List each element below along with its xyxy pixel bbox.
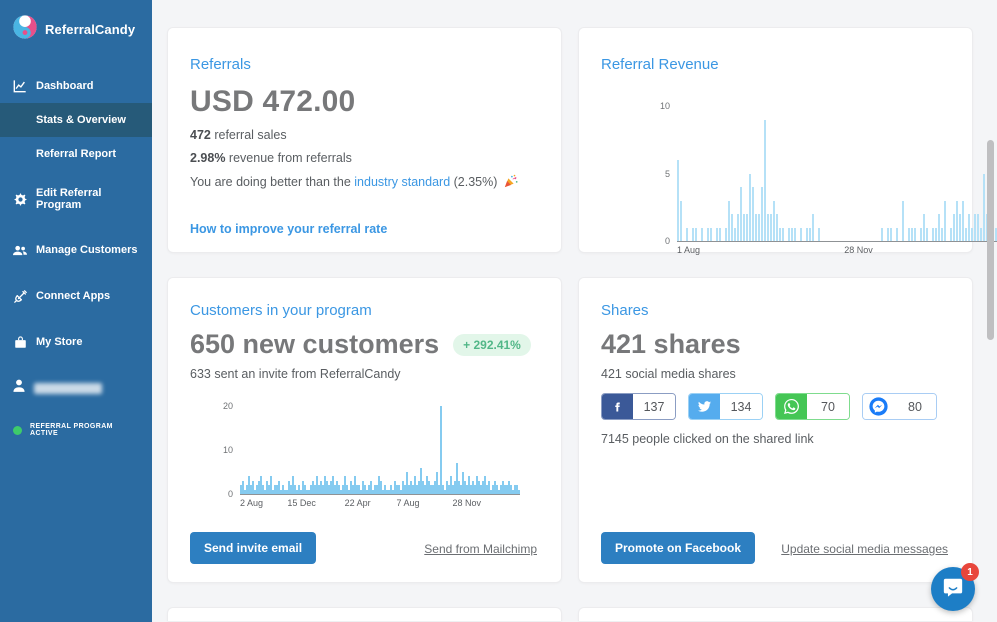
- send-invite-email-button[interactable]: Send invite email: [190, 532, 316, 564]
- partial-card-left: [167, 607, 562, 621]
- sidebar-item-my-store[interactable]: My Store: [0, 325, 152, 359]
- invites-sent-subtext: 633 sent an invite from ReferralCandy: [190, 367, 537, 381]
- sidebar-user[interactable]: [0, 367, 152, 409]
- facebook-share-count[interactable]: 137: [601, 393, 676, 420]
- referral-revenue-card: Referral Revenue 0510 1 Aug28 Nov: [578, 27, 973, 253]
- status-label: REFERRAL PROGRAM ACTIVE: [30, 423, 142, 437]
- card-title: Referrals: [190, 56, 537, 73]
- sidebar-item-referral-report[interactable]: Referral Report: [0, 137, 152, 171]
- growth-badge: + 292.41%: [453, 334, 531, 356]
- scrollbar-thumb[interactable]: [987, 140, 994, 340]
- improve-referral-rate-link[interactable]: How to improve your referral rate: [190, 222, 387, 236]
- partial-card-right: [578, 607, 973, 621]
- promote-on-facebook-button[interactable]: Promote on Facebook: [601, 532, 755, 564]
- facebook-icon: [602, 394, 633, 419]
- referral-revenue-amount: USD 472.00: [190, 85, 537, 119]
- main-content: Referrals USD 472.00 472 referral sales …: [152, 0, 997, 622]
- party-popper-icon: [504, 174, 518, 191]
- send-from-mailchimp-link[interactable]: Send from Mailchimp: [424, 542, 537, 556]
- shares-card: Shares 421 shares 421 social media share…: [578, 277, 973, 583]
- sidebar: ReferralCandy Dashboard Stats & Overview…: [0, 0, 152, 622]
- sidebar-item-label: My Store: [36, 336, 82, 348]
- sidebar-item-label: Stats & Overview: [36, 114, 126, 126]
- chat-bubble-icon: [942, 576, 964, 603]
- chat-launcher-button[interactable]: 1: [931, 567, 975, 611]
- customers-chart: 01020 2 Aug15 Dec22 Apr7 Aug28 Nov: [216, 407, 537, 509]
- share-counts-row: 137 134 70: [601, 393, 948, 420]
- whatsapp-icon: [776, 394, 807, 419]
- sidebar-item-label: Referral Report: [36, 148, 116, 160]
- referral-revenue-chart: 0510 1 Aug28 Nov: [653, 107, 948, 256]
- shares-headline: 421 shares: [601, 329, 741, 360]
- clicks-text: 7145 people clicked on the shared link: [601, 432, 948, 446]
- update-social-media-messages-link[interactable]: Update social media messages: [781, 542, 948, 556]
- referralcandy-dashboard: ReferralCandy Dashboard Stats & Overview…: [0, 0, 997, 622]
- referral-program-status: REFERRAL PROGRAM ACTIVE: [0, 409, 152, 447]
- sidebar-item-stats-overview[interactable]: Stats & Overview: [0, 103, 152, 137]
- sidebar-item-manage-customers[interactable]: Manage Customers: [0, 233, 152, 267]
- store-icon: [13, 335, 27, 349]
- sidebar-item-label: Dashboard: [36, 80, 93, 92]
- card-title: Customers in your program: [190, 302, 537, 319]
- twitter-share-count[interactable]: 134: [688, 393, 763, 420]
- card-title: Referral Revenue: [601, 56, 948, 73]
- messenger-share-count[interactable]: 80: [862, 393, 937, 420]
- chat-unread-badge: 1: [961, 563, 979, 581]
- new-customers-headline: 650 new customers: [190, 329, 439, 360]
- sidebar-item-dashboard[interactable]: Dashboard: [0, 69, 152, 103]
- plug-icon: [13, 289, 27, 303]
- user-name-redacted: [34, 383, 102, 394]
- card-title: Shares: [601, 302, 948, 319]
- shares-subtext: 421 social media shares: [601, 367, 948, 381]
- gear-icon: [13, 192, 27, 206]
- status-dot-icon: [13, 426, 22, 435]
- referral-sales-stat: 472 referral sales: [190, 128, 537, 142]
- sidebar-item-label: Manage Customers: [36, 244, 137, 256]
- user-icon: [13, 379, 25, 397]
- sidebar-item-connect-apps[interactable]: Connect Apps: [0, 279, 152, 313]
- industry-standard-line: You are doing better than the industry s…: [190, 174, 537, 191]
- messenger-icon: [863, 394, 894, 419]
- sidebar-item-label: Connect Apps: [36, 290, 110, 302]
- whatsapp-share-count[interactable]: 70: [775, 393, 850, 420]
- twitter-icon: [689, 394, 720, 419]
- industry-standard-link[interactable]: industry standard: [354, 175, 450, 189]
- brand-logo[interactable]: ReferralCandy: [0, 0, 152, 61]
- revenue-pct-stat: 2.98% revenue from referrals: [190, 151, 537, 165]
- referrals-card: Referrals USD 472.00 472 referral sales …: [167, 27, 562, 253]
- sidebar-item-edit-referral-program[interactable]: Edit Referral Program: [0, 177, 152, 221]
- customers-card: Customers in your program 650 new custom…: [167, 277, 562, 583]
- referralcandy-swirl-icon: [12, 14, 38, 45]
- users-icon: [13, 243, 27, 257]
- sidebar-item-label: Edit Referral Program: [36, 187, 142, 211]
- brand-name: ReferralCandy: [45, 22, 135, 37]
- line-chart-icon: [13, 79, 27, 93]
